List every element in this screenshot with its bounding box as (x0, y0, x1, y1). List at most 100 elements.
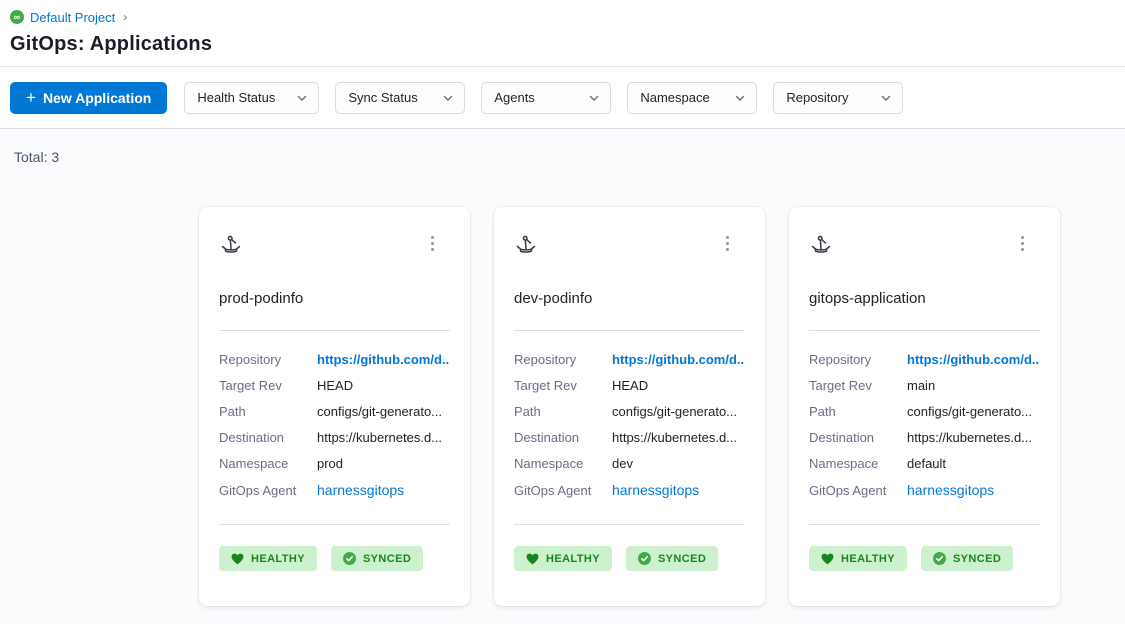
sync-status-badge: SYNCED (331, 546, 423, 571)
path-value: configs/git-generato... (907, 404, 1032, 419)
plus-icon: + (26, 89, 36, 106)
sync-status-badge: SYNCED (626, 546, 718, 571)
destination-value: https://kubernetes.d... (612, 430, 737, 445)
page-title: GitOps: Applications (10, 33, 1125, 56)
breadcrumb-project-link[interactable]: Default Project (30, 10, 115, 25)
repository-link[interactable]: https://github.com/d... (317, 352, 450, 367)
field-label-target-rev: Target Rev (809, 378, 907, 393)
field-label-destination: Destination (514, 430, 612, 445)
field-label-path: Path (219, 404, 317, 419)
namespace-value: dev (612, 456, 633, 471)
sync-status-badge: SYNCED (921, 546, 1013, 571)
field-label-path: Path (514, 404, 612, 419)
field-label-target-rev: Target Rev (514, 378, 612, 393)
health-status-label: HEALTHY (251, 553, 305, 565)
divider (809, 524, 1040, 525)
health-status-badge: HEALTHY (514, 546, 612, 571)
application-name: prod-podinfo (219, 290, 450, 307)
check-circle-icon (343, 552, 356, 565)
namespace-value: default (907, 456, 946, 471)
check-circle-icon (933, 552, 946, 565)
chevron-right-icon: › (123, 10, 127, 24)
toolbar: + New Application Health Status Sync Sta… (0, 67, 1125, 129)
total-count: Total: 3 (0, 129, 1125, 165)
gitops-agent-link[interactable]: harnessgitops (612, 482, 699, 498)
field-label-repository: Repository (809, 352, 907, 367)
application-card-dev-podinfo[interactable]: dev-podinfo Repositoryhttps://github.com… (494, 207, 765, 606)
repository-link[interactable]: https://github.com/d... (907, 352, 1040, 367)
namespace-value: prod (317, 456, 343, 471)
filter-sync-status[interactable]: Sync Status (335, 82, 465, 114)
target-rev-value: main (907, 378, 935, 393)
chevron-down-icon (880, 92, 892, 104)
filter-repository[interactable]: Repository (773, 82, 903, 114)
application-cards: prod-podinfo Repositoryhttps://github.co… (199, 207, 1125, 606)
destination-value: https://kubernetes.d... (907, 430, 1032, 445)
divider (514, 524, 745, 525)
target-rev-value: HEAD (317, 378, 353, 393)
filter-agents[interactable]: Agents (481, 82, 611, 114)
target-rev-value: HEAD (612, 378, 648, 393)
filter-bar: Health Status Sync Status Agents Namespa… (184, 82, 903, 114)
repository-link[interactable]: https://github.com/d... (612, 352, 745, 367)
check-circle-icon (638, 552, 651, 565)
field-label-gitops-agent: GitOps Agent (219, 483, 317, 498)
field-label-gitops-agent: GitOps Agent (514, 483, 612, 498)
page-header: ∞ Default Project › GitOps: Applications (0, 0, 1125, 67)
gitops-agent-link[interactable]: harnessgitops (317, 482, 404, 498)
chevron-down-icon (442, 92, 454, 104)
project-icon: ∞ (10, 10, 24, 24)
application-name: gitops-application (809, 290, 1040, 307)
path-value: configs/git-generato... (317, 404, 442, 419)
filter-namespace-label: Namespace (640, 90, 709, 105)
application-card-gitops-application[interactable]: gitops-application Repositoryhttps://git… (789, 207, 1060, 606)
content-area: Total: 3 prod-podinfo Repositoryhttps://… (0, 129, 1125, 624)
divider (219, 330, 450, 331)
chevron-down-icon (588, 92, 600, 104)
health-status-badge: HEALTHY (809, 546, 907, 571)
health-status-badge: HEALTHY (219, 546, 317, 571)
application-card-prod-podinfo[interactable]: prod-podinfo Repositoryhttps://github.co… (199, 207, 470, 606)
field-label-destination: Destination (809, 430, 907, 445)
path-value: configs/git-generato... (612, 404, 737, 419)
field-label-namespace: Namespace (514, 456, 612, 471)
sync-status-label: SYNCED (953, 553, 1001, 565)
heart-icon (526, 553, 539, 565)
card-menu-kebab-icon[interactable] (1015, 232, 1030, 255)
gitops-app-icon (809, 232, 833, 256)
destination-value: https://kubernetes.d... (317, 430, 442, 445)
filter-health-status[interactable]: Health Status (184, 82, 319, 114)
divider (809, 330, 1040, 331)
heart-icon (231, 553, 244, 565)
gitops-agent-link[interactable]: harnessgitops (907, 482, 994, 498)
new-application-label: New Application (43, 90, 151, 106)
filter-sync-status-label: Sync Status (348, 90, 417, 105)
field-label-repository: Repository (514, 352, 612, 367)
health-status-label: HEALTHY (841, 553, 895, 565)
field-label-gitops-agent: GitOps Agent (809, 483, 907, 498)
filter-agents-label: Agents (494, 90, 534, 105)
filter-repository-label: Repository (786, 90, 848, 105)
field-label-namespace: Namespace (809, 456, 907, 471)
filter-namespace[interactable]: Namespace (627, 82, 757, 114)
chevron-down-icon (296, 92, 308, 104)
gitops-app-icon (219, 232, 243, 256)
chevron-down-icon (734, 92, 746, 104)
divider (514, 330, 745, 331)
divider (219, 524, 450, 525)
filter-health-status-label: Health Status (197, 90, 275, 105)
field-label-namespace: Namespace (219, 456, 317, 471)
field-label-repository: Repository (219, 352, 317, 367)
health-status-label: HEALTHY (546, 553, 600, 565)
field-label-path: Path (809, 404, 907, 419)
new-application-button[interactable]: + New Application (10, 82, 167, 114)
field-label-destination: Destination (219, 430, 317, 445)
sync-status-label: SYNCED (363, 553, 411, 565)
gitops-app-icon (514, 232, 538, 256)
field-label-target-rev: Target Rev (219, 378, 317, 393)
sync-status-label: SYNCED (658, 553, 706, 565)
card-menu-kebab-icon[interactable] (720, 232, 735, 255)
breadcrumb: ∞ Default Project › (10, 8, 1125, 26)
heart-icon (821, 553, 834, 565)
card-menu-kebab-icon[interactable] (425, 232, 440, 255)
